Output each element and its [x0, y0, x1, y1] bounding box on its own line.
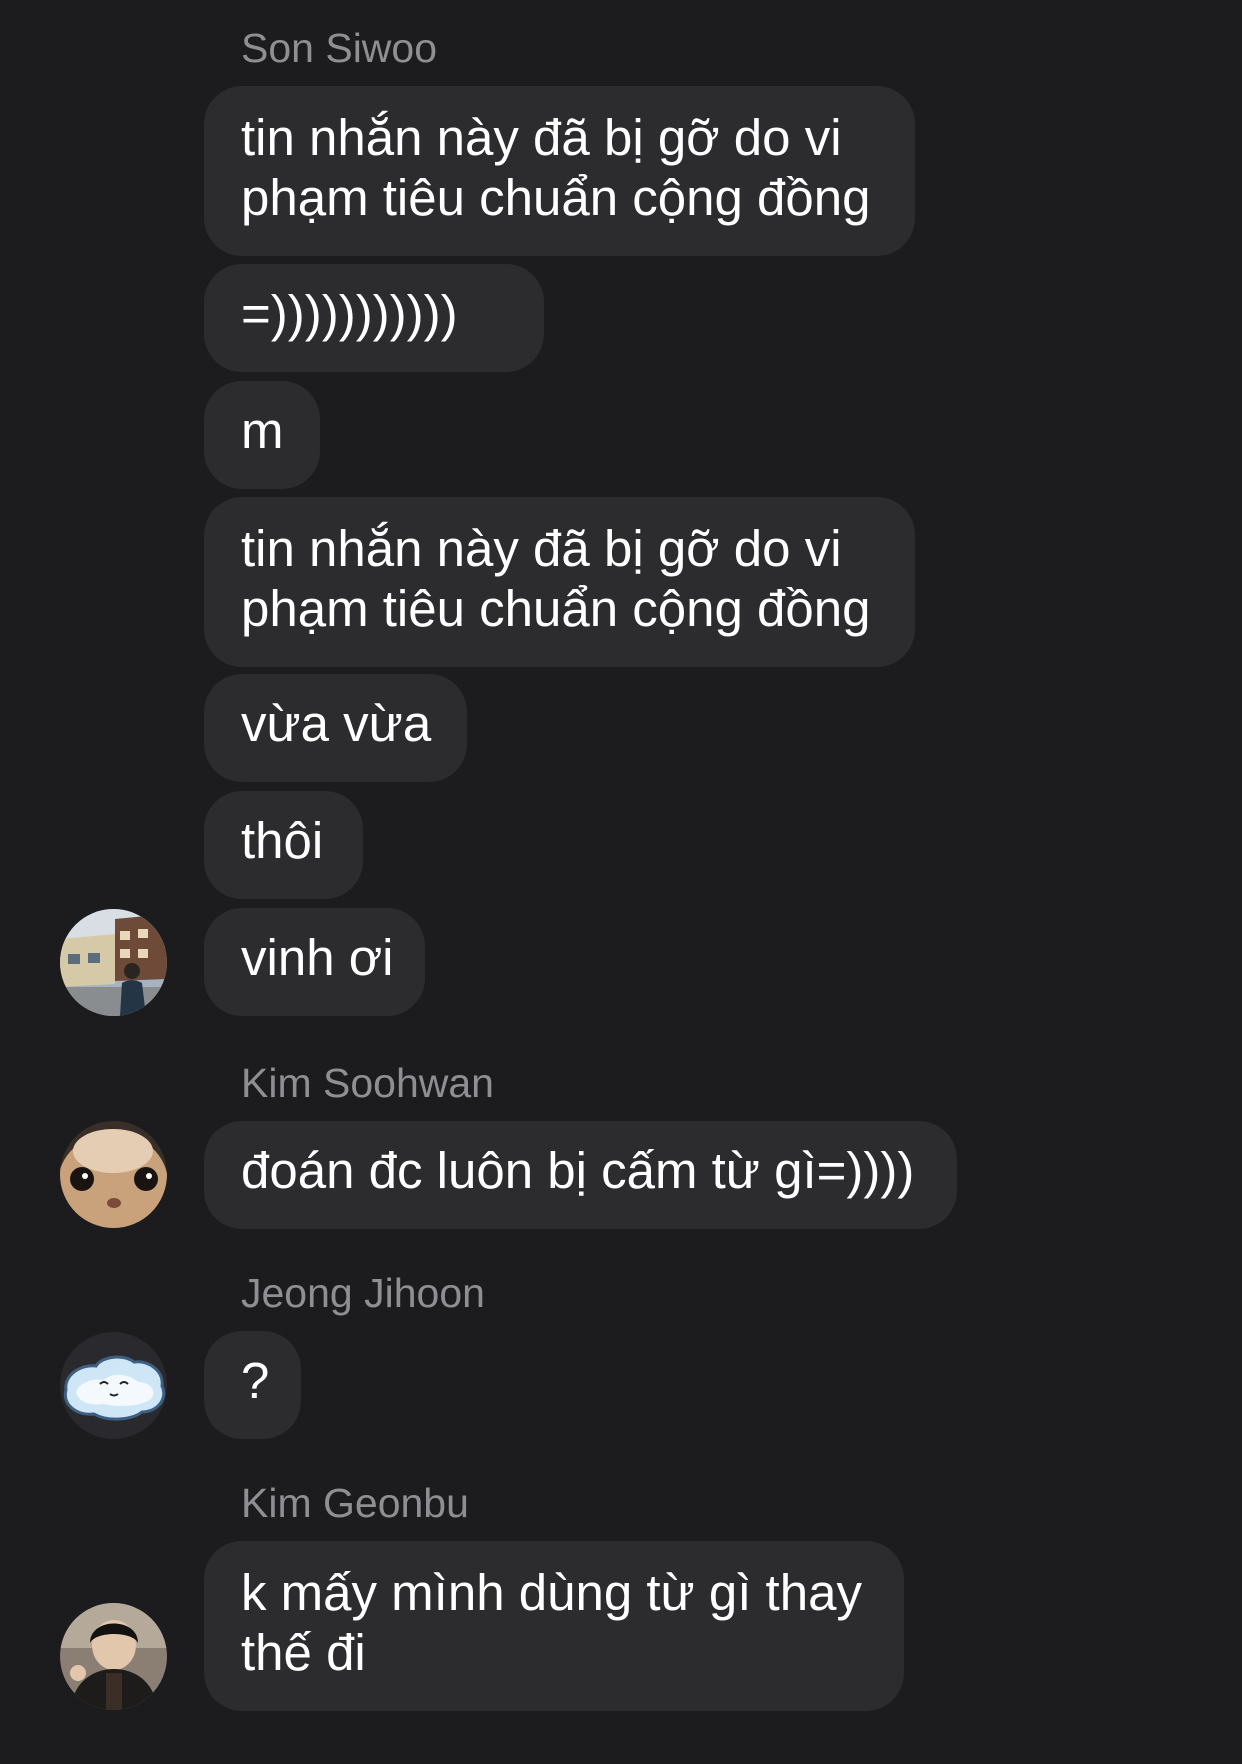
sender-name: Son Siwoo	[241, 25, 438, 71]
sender-name: Kim Geonbu	[241, 1480, 469, 1526]
message-text: phạm tiêu chuẩn cộng đồng	[241, 580, 871, 637]
message-text: thôi	[241, 812, 324, 869]
message-bubble[interactable]: vinh ơi	[204, 908, 425, 1016]
cat-closeup-avatar[interactable]	[60, 1121, 167, 1228]
message-bubble[interactable]: đoán đc luôn bị cấm từ gì=))))	[204, 1121, 957, 1229]
person-portrait-avatar[interactable]	[60, 1603, 167, 1710]
sender-name: Kim Soohwan	[241, 1060, 494, 1106]
sender-name: Jeong Jihoon	[241, 1270, 485, 1316]
street-photo-avatar[interactable]	[60, 909, 167, 1016]
message-text: tin nhắn này đã bị gỡ do vi	[241, 109, 842, 166]
message-bubble[interactable]: tin nhắn này đã bị gỡ do vi phạm tiêu ch…	[204, 86, 915, 256]
message-text: m	[241, 402, 284, 459]
message-text: vinh ơi	[241, 929, 394, 986]
message-bubble[interactable]: =)))))))))))	[204, 264, 544, 372]
cloud-sticker-avatar[interactable]	[60, 1332, 167, 1439]
message-bubble[interactable]: thôi	[204, 791, 363, 899]
message-text: ?	[241, 1352, 270, 1409]
message-text: vừa vừa	[241, 695, 432, 752]
message-text: =)))))))))))	[241, 285, 458, 342]
message-text: tin nhắn này đã bị gỡ do vi	[241, 520, 842, 577]
message-text: k mấy mình dùng từ gì thay	[241, 1564, 862, 1621]
message-text: đoán đc luôn bị cấm từ gì=))))	[241, 1142, 915, 1199]
message-bubble[interactable]: vừa vừa	[204, 674, 467, 782]
message-bubble[interactable]: tin nhắn này đã bị gỡ do vi phạm tiêu ch…	[204, 497, 915, 667]
message-text: thế đi	[241, 1624, 366, 1681]
message-text: phạm tiêu chuẩn cộng đồng	[241, 169, 871, 226]
message-bubble[interactable]: m	[204, 381, 320, 489]
message-bubble[interactable]: ?	[204, 1331, 301, 1439]
message-bubble[interactable]: k mấy mình dùng từ gì thay thế đi	[204, 1541, 904, 1711]
